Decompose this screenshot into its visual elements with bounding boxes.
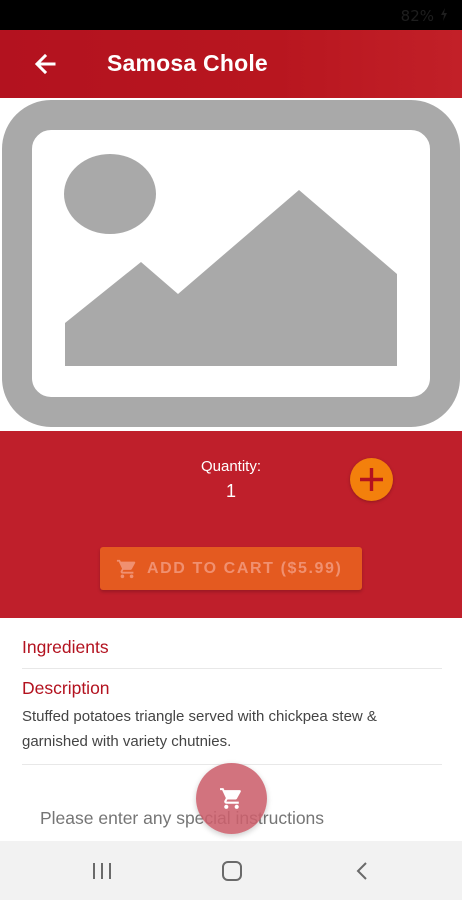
cart-fab[interactable] [196, 763, 267, 834]
add-to-cart-button[interactable]: ADD TO CART ($5.99) [100, 547, 362, 590]
ingredients-heading: Ingredients [22, 637, 109, 657]
nav-back-button[interactable] [342, 855, 382, 887]
page-title: Samosa Chole [107, 50, 268, 76]
increase-quantity-button[interactable] [350, 458, 393, 501]
product-image [0, 98, 462, 431]
nav-home-button[interactable] [212, 855, 252, 887]
add-to-cart-label: ADD TO CART ($5.99) [147, 559, 343, 577]
charging-icon [441, 8, 447, 21]
chevron-left-icon [356, 862, 367, 880]
ingredients-section[interactable]: Ingredients [22, 637, 442, 669]
quantity-panel: Quantity: 1 ADD TO CART ($5.99) [0, 431, 462, 618]
home-icon [222, 861, 242, 881]
shopping-cart-icon [220, 788, 241, 809]
system-nav-bar [0, 841, 462, 900]
shopping-cart-icon [116, 559, 136, 578]
description-text: Stuffed potatoes triangle served with ch… [22, 708, 377, 750]
plus-icon [360, 468, 383, 491]
recents-icon [93, 863, 111, 879]
image-placeholder-icon [2, 100, 460, 427]
nav-recents-button[interactable] [82, 855, 122, 887]
description-section: Description Stuffed potatoes triangle se… [22, 678, 442, 765]
battery-level: 82% [400, 7, 434, 25]
description-heading: Description [22, 678, 110, 698]
back-button[interactable] [26, 44, 66, 84]
status-bar: 82% [0, 0, 462, 30]
app-bar: Samosa Chole [0, 30, 462, 98]
arrow-left-icon [34, 53, 56, 75]
